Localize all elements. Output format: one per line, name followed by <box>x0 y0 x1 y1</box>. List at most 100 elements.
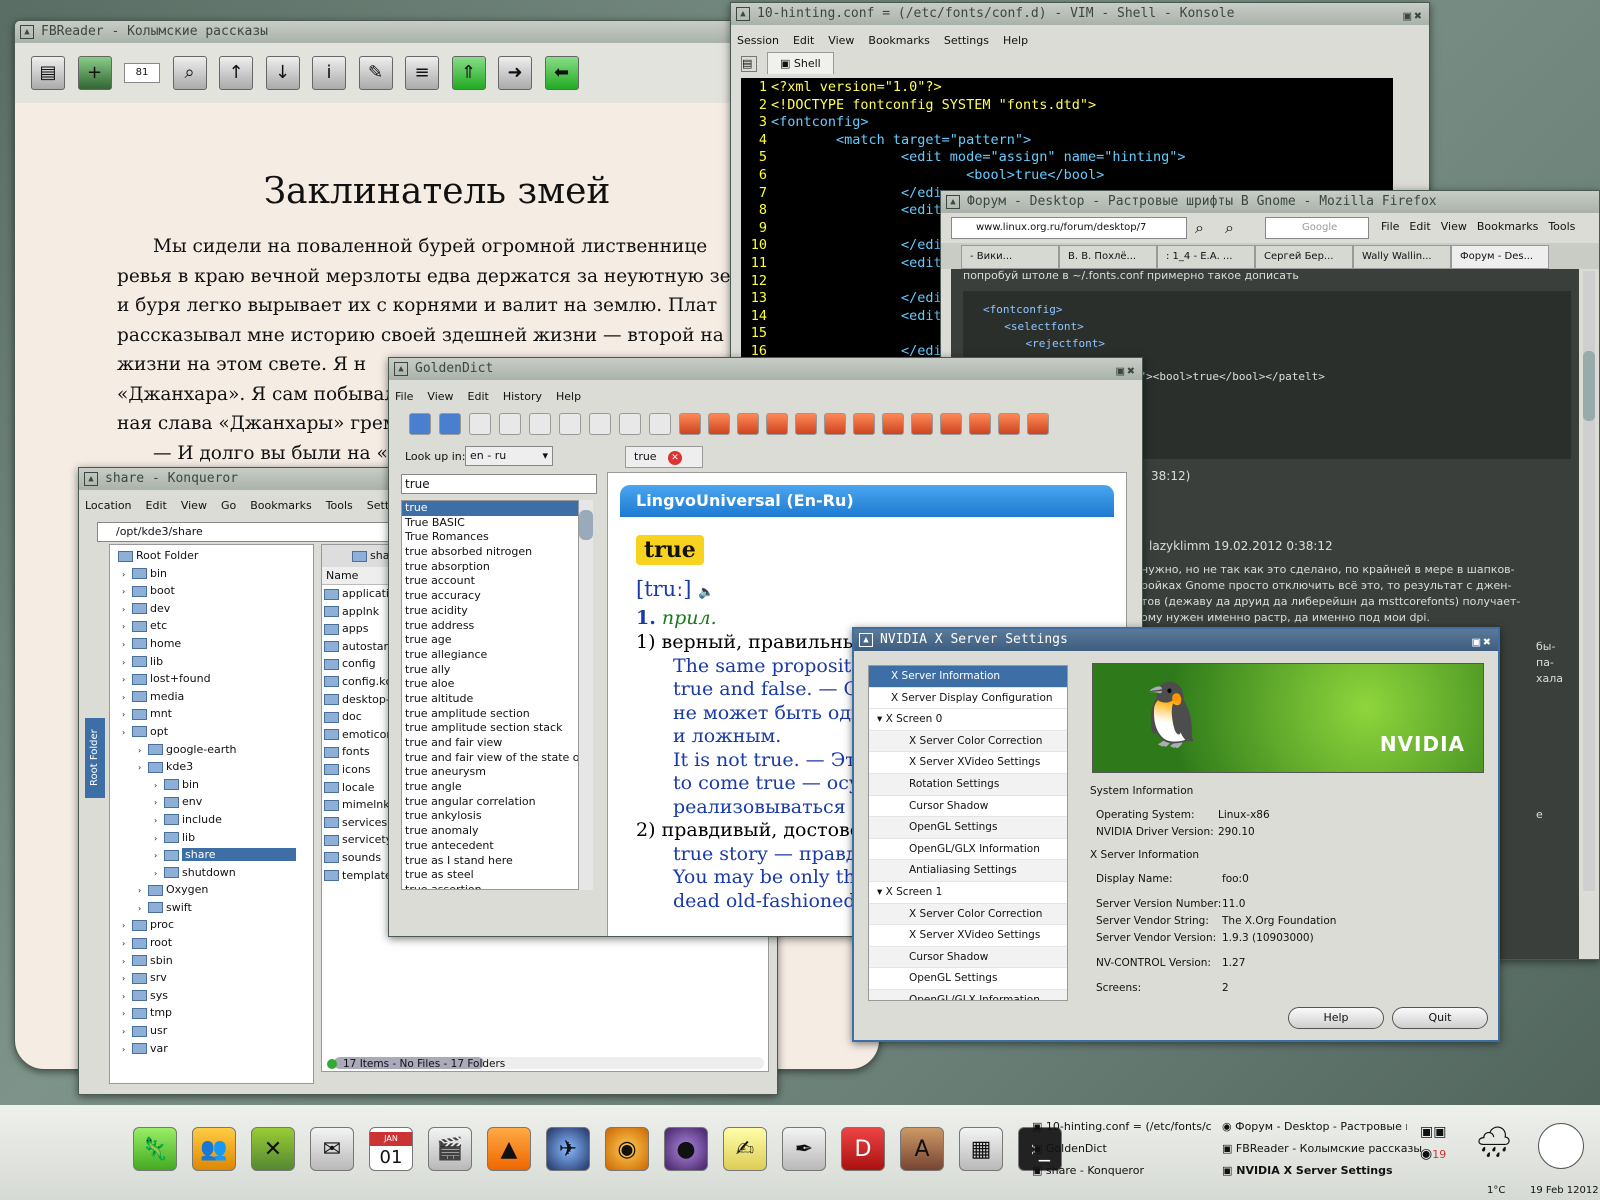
goldendict-menu-file[interactable]: File <box>395 390 413 403</box>
file-item[interactable]: application <box>324 585 390 603</box>
word-list-item[interactable]: true <box>402 501 578 516</box>
word-list-item[interactable]: true anomaly <box>402 824 578 839</box>
goldendict-menu-history[interactable]: History <box>503 390 542 403</box>
zoom-reset-icon[interactable] <box>649 413 671 435</box>
dictionary-group-select[interactable]: en - ru ▾ <box>465 446 553 466</box>
word-list-item[interactable]: true assertion <box>402 883 578 889</box>
konsole-menu-session[interactable]: Session <box>737 34 779 47</box>
network-icon[interactable]: ▣ <box>1433 1124 1446 1140</box>
file-item[interactable]: fonts <box>324 743 390 761</box>
expand-icon[interactable]: › <box>154 865 164 882</box>
dict1-icon[interactable] <box>679 413 701 435</box>
konsole-menu-settings[interactable]: Settings <box>944 34 989 47</box>
nav-item[interactable]: Antialiasing Settings <box>869 860 1067 882</box>
tree-item[interactable]: › bin <box>118 776 313 794</box>
nav-item[interactable]: Cursor Shadow <box>869 946 1067 969</box>
scan-icon[interactable] <box>559 413 581 435</box>
chevron-down-icon[interactable]: ▾ <box>877 886 886 898</box>
window-menu-icon[interactable]: ▲ <box>84 472 98 486</box>
nav-item[interactable]: X Server Color Correction <box>869 903 1067 926</box>
konsole-menu-view[interactable]: View <box>828 34 854 47</box>
window-buttons[interactable]: ▣✖ <box>1403 6 1425 25</box>
book-info-icon[interactable]: i <box>312 56 346 90</box>
firefox-scrollbar[interactable] <box>1583 271 1595 891</box>
location-bar[interactable]: /opt/kde3/share <box>97 522 397 542</box>
expand-icon[interactable]: › <box>138 882 148 899</box>
word-list-item[interactable]: true amplitude section stack <box>402 721 578 736</box>
go-forward-icon[interactable]: ➜ <box>498 56 532 90</box>
browser-tab[interactable]: : 1_4 - Е.А. ... <box>1157 245 1255 269</box>
tree-item[interactable]: › mnt <box>118 705 313 723</box>
close-tab-icon[interactable]: ✕ <box>668 451 683 465</box>
word-list-item[interactable]: true ankylosis <box>402 809 578 824</box>
word-list-item[interactable]: True BASIC <box>402 516 578 531</box>
expand-icon[interactable]: › <box>122 935 132 952</box>
word-list-item[interactable]: True Romances <box>402 530 578 545</box>
back-icon[interactable] <box>409 413 431 435</box>
expand-icon[interactable]: › <box>122 601 132 618</box>
page-number-field[interactable]: 81 <box>124 63 160 83</box>
tree-item[interactable]: › env <box>118 793 313 811</box>
tree-item[interactable]: › dev <box>118 600 313 618</box>
search-box[interactable]: Google <box>1265 217 1369 239</box>
nav-item[interactable]: OpenGL Settings <box>869 968 1067 990</box>
konqueror-menu-go[interactable]: Go <box>221 499 236 512</box>
konqueror-menu-bookmarks[interactable]: Bookmarks <box>250 499 311 512</box>
tree-item[interactable]: › sys <box>118 987 313 1005</box>
expand-icon[interactable]: › <box>122 654 132 671</box>
konsole-menu-edit[interactable]: Edit <box>793 34 814 47</box>
browser-tab[interactable]: Wally Wallin... <box>1353 245 1451 269</box>
tree-item[interactable]: › proc <box>118 916 313 934</box>
word-list-item[interactable]: true antecedent <box>402 839 578 854</box>
firefox-menu-view[interactable]: View <box>1441 220 1467 233</box>
nav-item[interactable]: ▾ X Screen 1 <box>869 882 1067 904</box>
browser-tab[interactable]: Форум - Des... <box>1451 245 1549 269</box>
tree-item[interactable]: › tmp <box>118 1004 313 1022</box>
tree-item[interactable]: › var <box>118 1040 313 1058</box>
nav-item[interactable]: OpenGL/GLX Information <box>869 838 1067 861</box>
file-item[interactable]: locale <box>324 779 390 797</box>
dia-icon[interactable]: D <box>841 1127 885 1171</box>
tree-item[interactable]: › etc <box>118 617 313 635</box>
tree-item[interactable]: › Oxygen <box>118 881 313 899</box>
search-input[interactable]: true <box>401 474 597 494</box>
tree-item[interactable]: › opt <box>118 723 313 741</box>
vlc-icon[interactable]: ▲ <box>487 1127 531 1171</box>
window-menu-icon[interactable]: ▲ <box>946 195 960 209</box>
zoom-in-icon[interactable]: ⌕ <box>1225 218 1234 238</box>
nvidia-titlebar[interactable]: ▲ NVIDIA X Server Settings ▣✖ <box>854 629 1498 651</box>
word-list-item[interactable]: true acidity <box>402 604 578 619</box>
expand-icon[interactable]: › <box>122 917 132 934</box>
expand-icon[interactable]: › <box>122 970 132 987</box>
update-icon[interactable]: ◉ <box>1420 1146 1432 1162</box>
word-list-item[interactable]: true as I stand here <box>402 854 578 869</box>
find-previous-icon[interactable]: ↑ <box>219 56 253 90</box>
xmind-icon[interactable]: ✕ <box>251 1127 295 1171</box>
dict12-icon[interactable] <box>998 413 1020 435</box>
calendar-tray-icon[interactable]: 19 <box>1432 1148 1446 1161</box>
dict11-icon[interactable] <box>969 413 991 435</box>
tree-item[interactable]: › root <box>118 934 313 952</box>
tree-item[interactable]: › shutdown <box>118 864 313 882</box>
window-menu-icon[interactable]: ▲ <box>20 25 34 39</box>
mail-icon[interactable]: ✉ <box>310 1127 354 1171</box>
dict13-icon[interactable] <box>1027 413 1049 435</box>
help-button[interactable]: Help <box>1288 1007 1384 1029</box>
nav-item[interactable]: Rotation Settings <box>869 773 1067 796</box>
nav-item[interactable]: X Server Display Configuration <box>869 688 1067 710</box>
tree-item[interactable]: › lib <box>118 653 313 671</box>
tree-item[interactable]: › lib <box>118 829 313 847</box>
tree-item[interactable]: › srv <box>118 969 313 987</box>
wand-icon[interactable] <box>529 413 551 435</box>
word-list-item[interactable]: true absorbed nitrogen <box>402 545 578 560</box>
browser-tab[interactable]: - Вики... <box>961 245 1059 269</box>
window-buttons[interactable]: ▣✖ <box>1116 361 1138 380</box>
nav-item[interactable]: X Server XVideo Settings <box>869 752 1067 774</box>
eclipse-icon[interactable]: ● <box>664 1127 708 1171</box>
sidebar-tab-root-folder[interactable]: Root Folder <box>85 718 105 798</box>
goldendict-menu-help[interactable]: Help <box>556 390 581 403</box>
konsole-titlebar[interactable]: ▲ 10-hinting.conf = (/etc/fonts/conf.d) -… <box>731 3 1429 25</box>
expand-icon[interactable]: › <box>122 671 132 688</box>
file-item[interactable]: icons <box>324 761 390 779</box>
dict8-icon[interactable] <box>882 413 904 435</box>
